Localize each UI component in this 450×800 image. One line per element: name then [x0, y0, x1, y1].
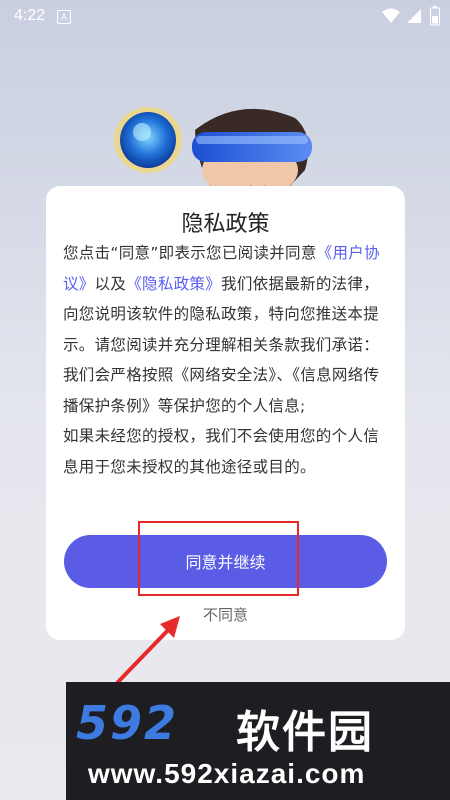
disagree-button[interactable]: 不同意 [46, 604, 405, 625]
dialog-title: 隐私政策 [181, 212, 270, 237]
promise-text-1: 我们会严格按照《网络安全法》、《信息网络传播保护条例》等保护您的个人信息; [63, 366, 380, 415]
site-watermark: 592 软件园 www.592xiazai.com [66, 682, 450, 800]
privacy-policy-link[interactable]: 《隐私政策》 [126, 275, 221, 293]
promise-text-2: 如果未经您的授权，我们不会使用您的个人信息用于您未授权的其他途径或目的。 [63, 427, 380, 476]
wifi-icon [382, 8, 400, 23]
signal-icon [407, 9, 421, 23]
status-time: 4:22 [14, 7, 46, 24]
watermark-url: www.592xiazai.com [88, 758, 366, 789]
watermark-logo-text: 软件园 [236, 707, 374, 758]
privacy-dialog: 隐私政策 您点击“同意”即表示您已阅读并同意《用户协议》以及《隐私政策》我们依据… [46, 186, 405, 640]
intro-text: 您点击“同意”即表示您已阅读并同意 [63, 244, 317, 262]
watermark-logo-digits: 592 [76, 696, 179, 750]
vr-boy-illustration [114, 107, 312, 198]
annotation-highlight-box [138, 521, 299, 596]
notification-a-icon: A [57, 10, 71, 24]
annotation-arrow-icon [116, 616, 180, 684]
and-text: 以及 [94, 274, 127, 293]
dialog-body: 您点击“同意”即表示您已阅读并同意《用户协议》以及《隐私政策》我们依据最新的法律… [63, 238, 391, 482]
battery-icon [430, 6, 440, 26]
status-bar: 4:22 A [0, 0, 450, 34]
